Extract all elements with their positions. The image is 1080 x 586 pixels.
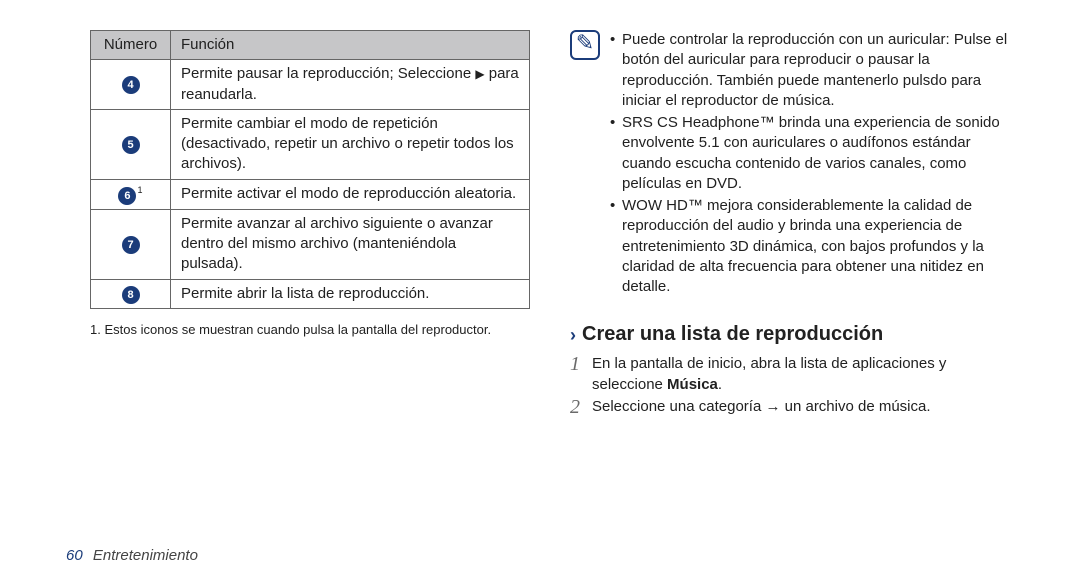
section-heading: › Crear una lista de reproducción xyxy=(570,321,1010,348)
note-item: WOW HD™ mejora considerablemente la cali… xyxy=(610,196,1010,297)
footnote-marker: 1 xyxy=(137,185,142,195)
row-function: Permite cambiar el modo de repetición (d… xyxy=(171,109,530,179)
row-function: Permite activar el modo de reproducción … xyxy=(171,179,530,209)
table-row: 7 Permite avanzar al archivo siguiente o… xyxy=(91,209,530,279)
table-head-function: Función xyxy=(171,31,530,60)
step-2: 2 Seleccione una categoría → un archivo … xyxy=(570,397,1010,417)
step-text: En la pantalla de inicio, abra la lista … xyxy=(592,354,1010,395)
row-number-badge: 6 xyxy=(118,187,136,205)
footer-section: Entretenimiento xyxy=(93,547,198,564)
step-text: Seleccione una categoría → un archivo de… xyxy=(592,397,931,417)
table-row: 61 Permite activar el modo de reproducci… xyxy=(91,179,530,209)
row-number-badge: 8 xyxy=(122,286,140,304)
table-row: 4 Permite pausar la reproducción; Selecc… xyxy=(91,60,530,110)
functions-table: Número Función 4 Permite pausar la repro… xyxy=(90,30,530,309)
table-head-number: Número xyxy=(91,31,171,60)
info-note: ✎ Puede controlar la reproducción con un… xyxy=(570,30,1010,299)
step-number: 1 xyxy=(570,354,584,395)
table-row: 8 Permite abrir la lista de reproducción… xyxy=(91,279,530,308)
row-function: Permite abrir la lista de reproducción. xyxy=(171,279,530,308)
chevron-icon: › xyxy=(570,323,576,347)
table-row: 5 Permite cambiar el modo de repetición … xyxy=(91,109,530,179)
play-icon: ▶ xyxy=(475,67,484,81)
note-icon: ✎ xyxy=(570,30,600,60)
step-1: 1 En la pantalla de inicio, abra la list… xyxy=(570,354,1010,395)
step-number: 2 xyxy=(570,397,584,417)
page-number: 60 xyxy=(66,547,83,564)
row-function: Permite pausar la reproducción; Seleccio… xyxy=(171,60,530,110)
row-number-badge: 5 xyxy=(122,136,140,154)
row-function: Permite avanzar al archivo siguiente o a… xyxy=(171,209,530,279)
note-item: SRS CS Headphone™ brinda una experiencia… xyxy=(610,113,1010,194)
note-item: Puede controlar la reproducción con un a… xyxy=(610,30,1010,111)
table-footnote: 1. Estos iconos se muestran cuando pulsa… xyxy=(90,321,530,339)
section-title: Crear una lista de reproducción xyxy=(582,321,883,348)
page-footer: 60 Entretenimiento xyxy=(66,546,198,566)
row-number-badge: 7 xyxy=(122,236,140,254)
row-number-badge: 4 xyxy=(122,76,140,94)
